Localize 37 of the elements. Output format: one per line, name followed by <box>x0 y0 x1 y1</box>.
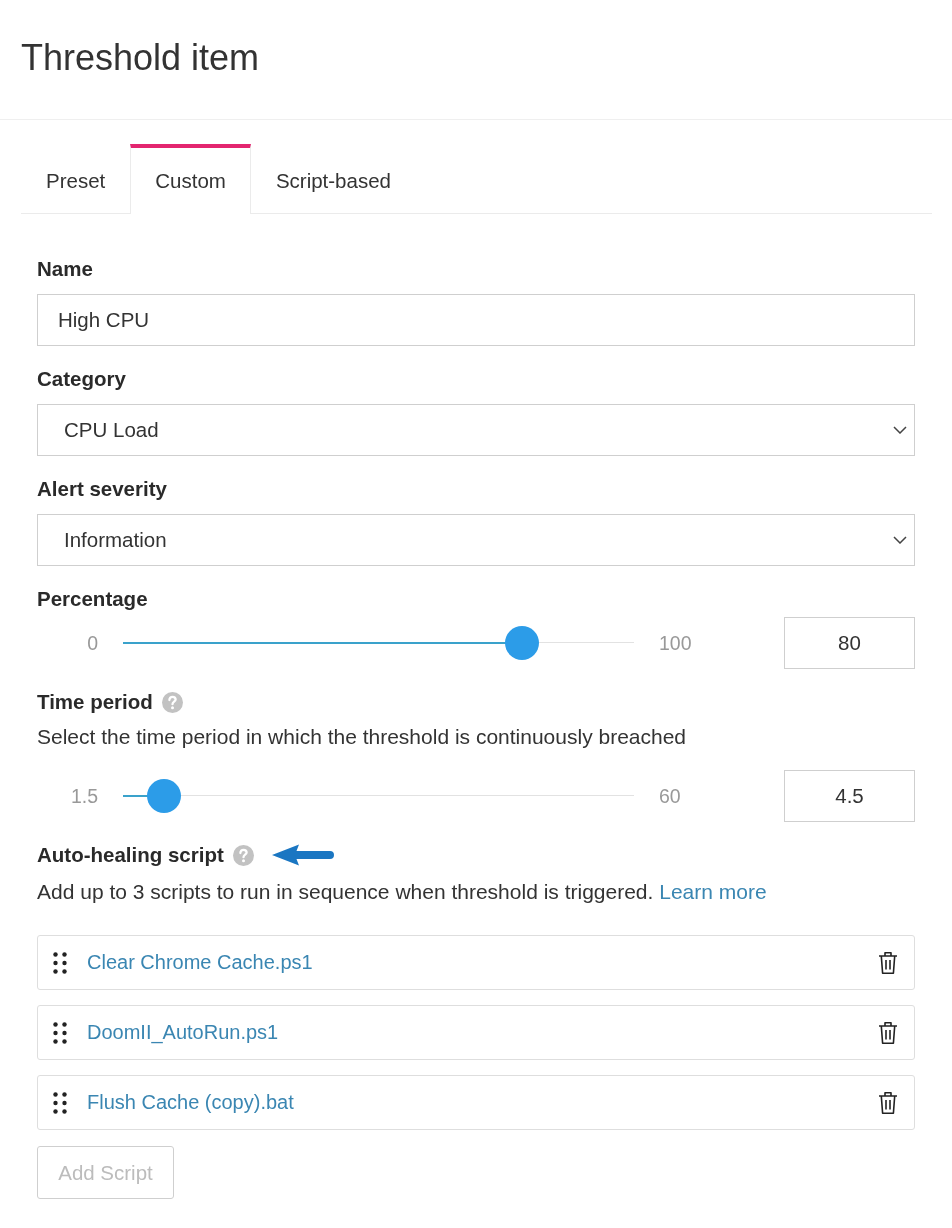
field-label: Alert severity <box>37 477 167 501</box>
slider-max-label: 100 <box>659 631 692 655</box>
dropdown-select[interactable]: Information <box>37 514 915 566</box>
script-link[interactable]: Clear Chrome Cache.ps1 <box>87 951 313 974</box>
learn-more-link[interactable]: Learn more <box>659 880 767 903</box>
value-field[interactable]: 4.5 <box>784 770 915 822</box>
slider-min-label: 0 <box>86 631 98 655</box>
trash-icon[interactable] <box>878 1020 898 1045</box>
chevron-down-icon <box>893 426 907 434</box>
section-label: Auto-healing script <box>37 843 224 867</box>
name-field[interactable]: High CPU <box>37 294 915 346</box>
drag-handle-icon[interactable] <box>53 1091 67 1114</box>
slider-max-label: 60 <box>659 784 681 808</box>
chevron-down-icon <box>893 536 907 544</box>
drag-handle-icon[interactable] <box>53 951 67 974</box>
script-link[interactable]: Flush Cache (copy).bat <box>87 1091 294 1114</box>
tab[interactable]: Script-based <box>250 144 416 214</box>
slider-track[interactable] <box>123 626 634 660</box>
value-field[interactable]: 80 <box>784 617 915 669</box>
slider-thumb[interactable] <box>504 626 539 660</box>
slider-min-label: 1.5 <box>69 784 98 808</box>
field-label: Percentage <box>37 587 148 611</box>
field-label: Time period <box>37 690 153 714</box>
drag-handle-icon[interactable] <box>53 1021 67 1044</box>
section-description: Add up to 3 scripts to run in sequence when threshold is triggered. Learn more <box>37 880 768 904</box>
page-title: Threshold item <box>21 37 260 79</box>
tab[interactable]: Preset <box>21 144 131 214</box>
tab[interactable]: Custom <box>130 144 251 214</box>
slider-track[interactable] <box>123 779 634 813</box>
script-link[interactable]: DoomII_AutoRun.ps1 <box>87 1021 279 1044</box>
field-description: Select the time period in which the threshold is continuously breached <box>37 725 688 749</box>
trash-icon[interactable] <box>878 1090 898 1115</box>
slider-thumb[interactable] <box>147 779 182 813</box>
field-label: Category <box>37 367 126 391</box>
field-label: Name <box>37 257 93 281</box>
dropdown-select[interactable]: CPU Load <box>37 404 915 456</box>
trash-icon[interactable] <box>878 950 898 975</box>
